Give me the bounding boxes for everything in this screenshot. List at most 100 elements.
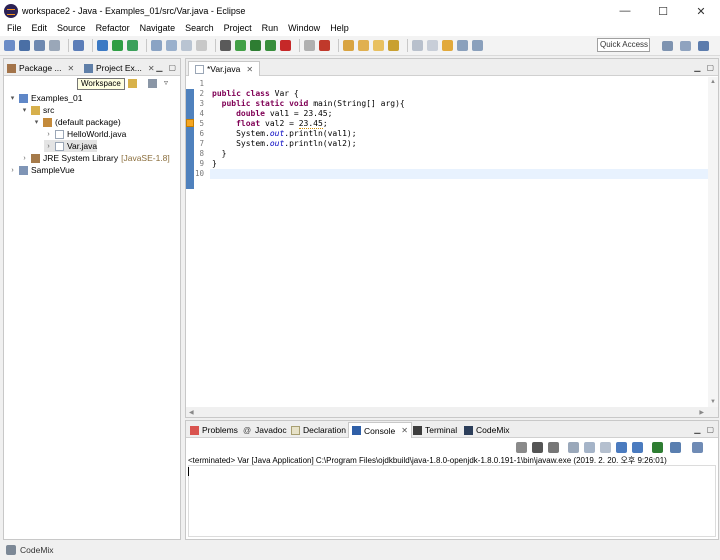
java-ee-perspective-icon[interactable]	[680, 41, 691, 51]
collapsed-arrow-icon[interactable]: ›	[44, 131, 53, 138]
tab-javadoc[interactable]: @ Javadoc	[240, 422, 290, 438]
collapsed-arrow-icon[interactable]: ›	[20, 155, 29, 162]
print-icon[interactable]	[49, 40, 60, 51]
menu-navigate[interactable]: Navigate	[135, 23, 181, 33]
refresh-icon[interactable]	[127, 40, 138, 51]
close-icon[interactable]: ✕	[246, 63, 253, 76]
open-perspective-icon[interactable]	[662, 41, 673, 51]
external-tools-icon[interactable]	[280, 40, 291, 51]
last-edit-icon[interactable]	[442, 40, 453, 51]
stop-icon[interactable]	[304, 40, 315, 51]
menu-run[interactable]: Run	[257, 23, 284, 33]
clear-console-icon[interactable]	[568, 442, 579, 453]
terminal-icon[interactable]	[73, 40, 84, 51]
tree-item-var-java[interactable]: › Var.java	[44, 140, 98, 152]
java-editor[interactable]: *Var.java ✕ ▁ ▢ 1 2 3 4 5 6 7 8 9 10 pub…	[185, 58, 719, 418]
menu-project[interactable]: Project	[219, 23, 257, 33]
menu-window[interactable]: Window	[283, 23, 325, 33]
warning-icon[interactable]	[186, 119, 194, 127]
tree-item-helloworld[interactable]: › HelloWorld.java	[44, 128, 126, 140]
next-annotation-icon[interactable]	[412, 40, 423, 51]
tree-item-samplevue[interactable]: › SampleVue	[8, 164, 74, 176]
left-view-tabs: Package ... ✕ Project Ex... ✕ ▁ ▢	[4, 59, 180, 76]
terminate-icon[interactable]	[516, 442, 527, 453]
debug-config-icon[interactable]	[220, 40, 231, 51]
menu-file[interactable]: File	[2, 23, 27, 33]
open-task-icon[interactable]	[358, 40, 369, 51]
pin-console-icon[interactable]	[652, 442, 663, 453]
annotation-icon[interactable]	[388, 40, 399, 51]
open-type-icon[interactable]	[343, 40, 354, 51]
back-icon[interactable]	[457, 40, 468, 51]
server-icon[interactable]	[319, 40, 330, 51]
eclipse-logo-icon	[4, 4, 18, 18]
skip-breakpoints-icon[interactable]	[97, 40, 108, 51]
coverage-icon[interactable]	[265, 40, 276, 51]
horizontal-scrollbar[interactable]: ◀ ▶	[186, 407, 718, 417]
scroll-lock-icon[interactable]	[584, 442, 595, 453]
minimize-view-icon[interactable]: ▁	[694, 425, 700, 434]
view-menu-icon[interactable]: ▿	[164, 78, 168, 87]
menu-refactor[interactable]: Refactor	[91, 23, 135, 33]
new-java-project-icon[interactable]	[112, 40, 123, 51]
close-button[interactable]: ✕	[682, 0, 720, 22]
tab-package-explorer[interactable]: Package ... ✕	[7, 61, 74, 75]
save-icon[interactable]	[19, 40, 30, 51]
run-icon[interactable]	[250, 40, 261, 51]
new-icon[interactable]	[4, 40, 15, 51]
format-icon[interactable]	[181, 40, 192, 51]
word-wrap-icon[interactable]	[600, 442, 611, 453]
save-all-icon[interactable]	[34, 40, 45, 51]
collapse-all-icon[interactable]	[148, 79, 157, 88]
tree-label: (default package)	[55, 117, 121, 127]
filter-icon[interactable]	[151, 40, 162, 51]
tab-project-explorer[interactable]: Project Ex... ✕	[84, 61, 155, 75]
link-editor-icon[interactable]	[128, 79, 137, 88]
quick-access-field[interactable]: Quick Access	[597, 38, 650, 52]
expanded-arrow-icon[interactable]: ▾	[20, 106, 29, 114]
tree-item-src[interactable]: ▾ src	[20, 104, 55, 116]
tab-problems[interactable]: Problems	[187, 422, 241, 438]
tab-label: Project Ex...	[96, 62, 142, 73]
tab-terminal[interactable]: Terminal	[410, 422, 460, 438]
menu-help[interactable]: Help	[325, 23, 354, 33]
minimize-button[interactable]: —	[606, 0, 644, 22]
remove-launch-icon[interactable]	[532, 442, 543, 453]
prev-annotation-icon[interactable]	[427, 40, 438, 51]
debug-icon[interactable]	[235, 40, 246, 51]
minimize-view-icon[interactable]: ▁	[156, 63, 162, 72]
search-icon[interactable]	[373, 40, 384, 51]
forward-icon[interactable]	[472, 40, 483, 51]
open-console-icon[interactable]	[692, 442, 703, 453]
display-console-icon[interactable]	[670, 442, 681, 453]
console-output[interactable]	[188, 465, 716, 537]
close-icon[interactable]: ✕	[68, 62, 75, 75]
java-perspective-icon[interactable]	[698, 41, 709, 51]
minimize-view-icon[interactable]: ▁	[694, 63, 700, 72]
tree-item-examples01[interactable]: ▾ Examples_01	[8, 92, 83, 104]
menu-source[interactable]: Source	[52, 23, 91, 33]
tab-declaration[interactable]: Declaration	[288, 422, 349, 438]
vertical-scrollbar[interactable]: ▲ ▼	[708, 77, 718, 407]
pin-icon[interactable]	[166, 40, 177, 51]
collapsed-arrow-icon[interactable]: ›	[44, 143, 53, 150]
menu-edit[interactable]: Edit	[27, 23, 53, 33]
expanded-arrow-icon[interactable]: ▾	[32, 118, 41, 126]
tree-item-default-package[interactable]: ▾ (default package)	[32, 116, 121, 128]
maximize-view-icon[interactable]: ▢	[168, 63, 176, 72]
maximize-view-icon[interactable]: ▢	[706, 63, 714, 72]
close-icon[interactable]: ✕	[401, 424, 408, 438]
tree-item-jre-library[interactable]: › JRE System Library [JavaSE-1.8]	[20, 152, 169, 164]
menu-search[interactable]: Search	[180, 23, 219, 33]
tab-var-java[interactable]: *Var.java ✕	[188, 61, 261, 76]
tab-codemix[interactable]: CodeMix	[461, 422, 513, 438]
toggle-icon[interactable]	[196, 40, 207, 51]
maximize-button[interactable]: ☐	[644, 0, 682, 22]
collapsed-arrow-icon[interactable]: ›	[8, 167, 17, 174]
expanded-arrow-icon[interactable]: ▾	[8, 94, 17, 102]
remove-all-icon[interactable]	[548, 442, 559, 453]
show-stderr-icon[interactable]	[632, 442, 643, 453]
tab-console[interactable]: Console ✕	[348, 422, 412, 438]
maximize-view-icon[interactable]: ▢	[706, 425, 714, 434]
show-stdout-icon[interactable]	[616, 442, 627, 453]
